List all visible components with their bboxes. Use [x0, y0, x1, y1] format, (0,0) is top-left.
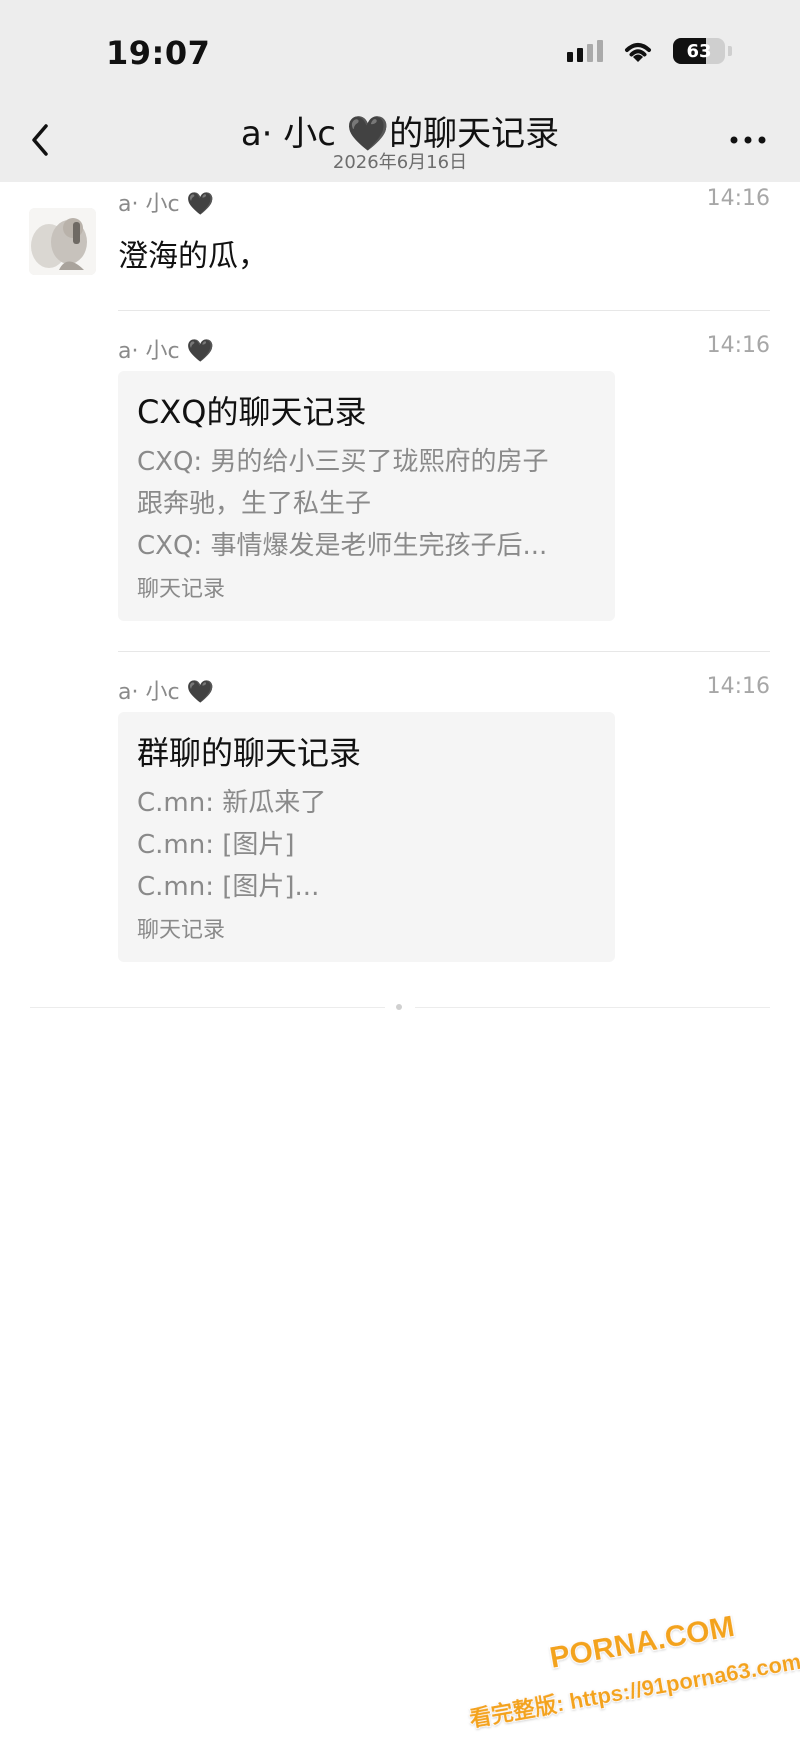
card-line: 跟奔驰，生了私生子: [137, 489, 372, 519]
end-divider-left: [30, 1007, 385, 1008]
watermark: PORNA.COM 看完整版: https://91porna63.com: [440, 1586, 800, 1736]
card-line: C.mn: [图片]...: [137, 872, 320, 902]
chat-history-card[interactable]: 群聊的聊天记录 C.mn: 新瓜来了 C.mn: [图片] C.mn: [图片]…: [118, 712, 615, 962]
message-row: a· 小c 🖤 14:16 群聊的聊天记录 C.mn: 新瓜来了 C.mn: […: [118, 674, 770, 974]
more-icon: [730, 136, 766, 144]
status-icons: 63: [567, 38, 732, 64]
end-divider-dot: [396, 1004, 402, 1010]
card-line: C.mn: 新瓜来了: [137, 788, 327, 818]
message-row: a· 小c 🖤 14:16 CXQ的聊天记录 CXQ: 男的给小三买了珑熙府的房…: [118, 333, 770, 633]
status-time: 19:07: [106, 34, 211, 72]
card-line: CXQ: 男的给小三买了珑熙府的房子: [137, 447, 549, 477]
cellular-signal-icon: [567, 40, 603, 62]
watermark-logo: PORNA.COM: [547, 1610, 737, 1675]
card-footer: 聊天记录: [137, 918, 226, 943]
message-divider: [118, 310, 770, 311]
battery-cap: [728, 46, 732, 56]
wifi-icon: [625, 43, 651, 62]
page-subtitle: 2026年6月16日: [332, 152, 468, 173]
avatar-image: [29, 208, 96, 275]
battery-icon: 63: [673, 38, 725, 64]
message-divider: [118, 651, 770, 652]
card-line: C.mn: [图片]: [137, 830, 295, 860]
battery-percentage: 63: [686, 40, 712, 62]
message-time: 14:16: [706, 186, 770, 211]
card-title: 群聊的聊天记录: [137, 734, 362, 772]
message-time: 14:16: [706, 674, 770, 699]
message-text: 澄海的瓜，: [118, 239, 268, 274]
message-row: a· 小c 🖤 14:16 澄海的瓜，: [118, 186, 770, 276]
card-footer: 聊天记录: [137, 577, 226, 602]
card-title: CXQ的聊天记录: [137, 393, 367, 431]
more-button[interactable]: [724, 124, 772, 156]
watermark-text: 看完整版: https://91porna63.com: [468, 1649, 800, 1732]
message-sender: a· 小c 🖤: [118, 680, 214, 705]
message-sender: a· 小c 🖤: [118, 339, 214, 364]
message-sender: a· 小c 🖤: [118, 192, 214, 217]
chat-history-card[interactable]: CXQ的聊天记录 CXQ: 男的给小三买了珑熙府的房子 跟奔驰，生了私生子 CX…: [118, 371, 615, 621]
watermark-image: PORNA.COM 看完整版: https://91porna63.com: [467, 1609, 800, 1732]
card-line: CXQ: 事情爆发是老师生完孩子后...: [137, 531, 548, 561]
message-time: 14:16: [706, 333, 770, 358]
end-divider-right: [415, 1007, 770, 1008]
avatar[interactable]: [29, 208, 96, 275]
